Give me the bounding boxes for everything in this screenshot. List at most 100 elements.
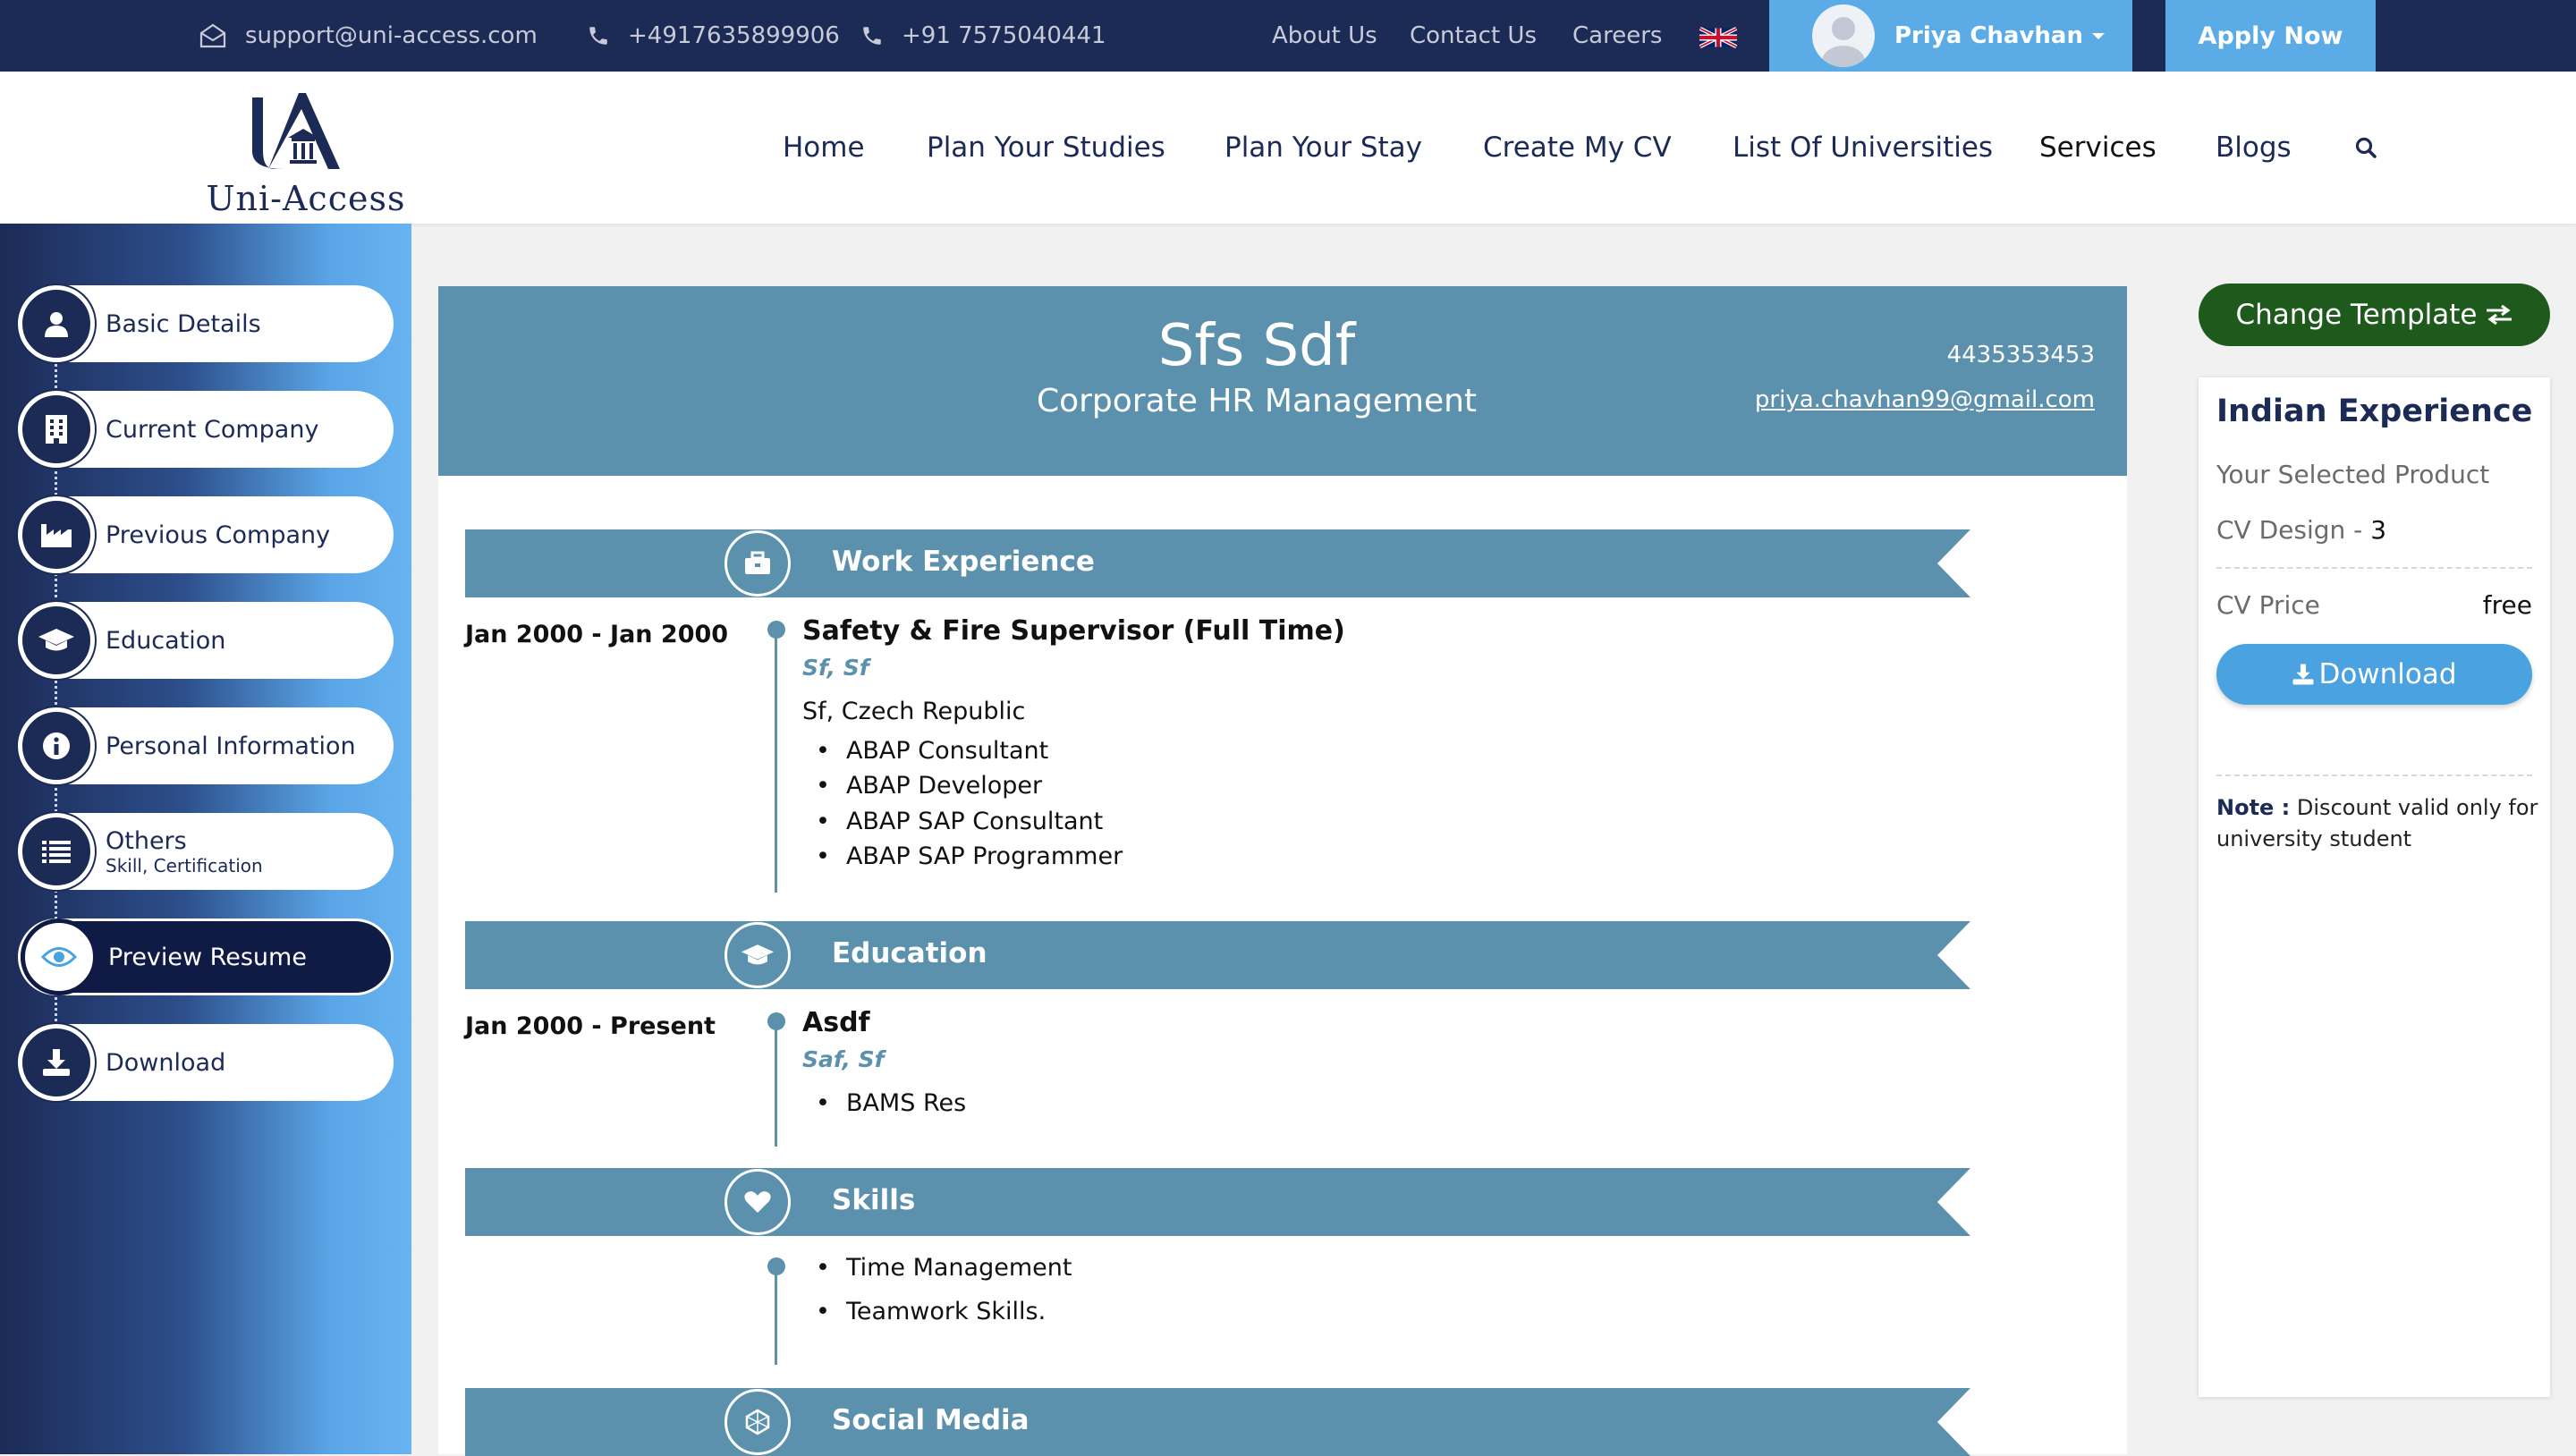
work-role: Safety & Fire Supervisor (Full Time) (802, 615, 1345, 647)
cv-design-value: 3 (2370, 515, 2387, 545)
list-item: ABAP Consultant (816, 737, 1048, 765)
user-icon (18, 285, 95, 362)
step-preview-resume[interactable]: Preview Resume (18, 918, 394, 995)
divider (2216, 775, 2532, 776)
section-title-social: Social Media (832, 1404, 1030, 1436)
timeline-line (775, 1261, 777, 1365)
download-button[interactable]: Download (2216, 644, 2532, 705)
list-item: ABAP Developer (816, 772, 1042, 800)
nav-list-of-universities[interactable]: List Of Universities (1733, 72, 1993, 224)
nav-create-my-cv[interactable]: Create My CV (1483, 72, 1672, 224)
phone-1[interactable]: +4917635899906 (587, 0, 840, 72)
section-band-social (465, 1388, 1970, 1456)
education-degree: Asdf (802, 1007, 870, 1038)
education-school: Saf, Sf (802, 1046, 885, 1072)
step-label: Basic Details (106, 309, 261, 338)
step-label: Previous Company (106, 521, 331, 549)
support-email[interactable]: support@uni-access.com (199, 0, 538, 72)
contact-us-link[interactable]: Contact Us (1410, 0, 1537, 72)
work-location: Sf, Czech Republic (802, 698, 1026, 725)
timeline-line (775, 1016, 777, 1147)
step-label: Others (106, 826, 187, 855)
list-icon (18, 813, 95, 890)
note-label: Note : (2216, 795, 2291, 820)
section-title-work: Work Experience (832, 546, 1095, 578)
search-icon (2355, 137, 2377, 158)
timeline-line (775, 624, 777, 893)
nav-services[interactable]: Services (2039, 72, 2157, 224)
info-icon (18, 707, 95, 784)
step-download[interactable]: Download (18, 1024, 394, 1101)
step-sublabel: Skill, Certification (106, 854, 263, 876)
section-band-skills (465, 1168, 1970, 1236)
avatar (1812, 4, 1875, 67)
work-date: Jan 2000 - Jan 2000 (465, 621, 729, 648)
list-item: BAMS Res (816, 1089, 966, 1117)
download-icon (2292, 664, 2314, 685)
factory-icon (18, 496, 95, 573)
cv-design-label: CV Design - (2216, 515, 2371, 545)
section-band-education (465, 921, 1970, 989)
nav-plan-your-stay[interactable]: Plan Your Stay (1224, 72, 1422, 224)
logo-mark-icon (252, 93, 340, 169)
envelope-open-icon (199, 23, 226, 48)
step-label: Education (106, 626, 226, 655)
step-current-company[interactable]: Current Company (18, 391, 394, 468)
step-label: Download (106, 1048, 226, 1077)
step-previous-company[interactable]: Previous Company (18, 496, 394, 573)
uni-access-logo[interactable]: Uni-Access (199, 84, 413, 218)
resume-email[interactable]: priya.chavhan99@gmail.com (1755, 386, 2095, 413)
education-date: Jan 2000 - Present (465, 1012, 716, 1040)
eye-icon (21, 918, 97, 995)
cv-price-label: CV Price (2216, 590, 2320, 620)
user-name: Priya Chavhan (1894, 22, 2083, 49)
nav-search[interactable] (2354, 72, 2377, 224)
discount-note: Note : Discount valid only for universit… (2216, 792, 2538, 855)
caret-down-icon (2091, 33, 2105, 39)
briefcase-icon (724, 530, 791, 597)
social-media-icon (724, 1389, 791, 1455)
resume-name: Sfs Sdf (1157, 313, 1356, 379)
step-others[interactable]: Others Skill, Certification (18, 813, 394, 890)
change-template-button[interactable]: Change Template (2199, 284, 2550, 346)
step-education[interactable]: Education (18, 602, 394, 679)
logo-text: Uni-Access (206, 179, 406, 218)
building-icon (18, 391, 95, 468)
list-item: Time Management (816, 1254, 1072, 1282)
graduation-cap-icon (724, 922, 791, 988)
exchange-icon (2486, 304, 2512, 326)
card-title: Indian Experience (2216, 394, 2533, 429)
phone-2[interactable]: +91 7575040441 (860, 0, 1106, 72)
uk-flag-icon[interactable] (1699, 27, 1737, 48)
apply-now-button[interactable]: Apply Now (2165, 0, 2376, 72)
main-navbar: Uni-Access Home Plan Your Studies Plan Y… (0, 72, 2576, 224)
step-label: Current Company (106, 415, 319, 444)
graduation-cap-icon (18, 602, 95, 679)
about-us-link[interactable]: About Us (1272, 0, 1377, 72)
download-icon (18, 1024, 95, 1101)
divider (2216, 567, 2532, 569)
phone-icon (863, 27, 881, 45)
timeline-dot (767, 621, 785, 639)
work-company: Sf, Sf (802, 655, 869, 681)
phone-icon (589, 27, 607, 45)
nav-home[interactable]: Home (783, 72, 865, 224)
resume-phone: 4435353453 (1946, 342, 2095, 368)
selected-product-label: Your Selected Product (2216, 460, 2490, 489)
careers-link[interactable]: Careers (1572, 0, 1662, 72)
nav-plan-your-studies[interactable]: Plan Your Studies (927, 72, 1165, 224)
heart-icon (724, 1169, 791, 1235)
resume-header: Sfs Sdf Corporate HR Management 44353534… (438, 286, 2127, 476)
nav-blogs[interactable]: Blogs (2216, 72, 2292, 224)
section-title-education: Education (832, 937, 987, 969)
cv-design-row: CV Design - 3 (2216, 515, 2386, 545)
list-item: Teamwork Skills. (816, 1298, 1046, 1325)
cv-price-value: free (2482, 590, 2532, 620)
step-basic-details[interactable]: Basic Details (18, 285, 394, 362)
step-label: Personal Information (106, 732, 356, 760)
resume-preview: Sfs Sdf Corporate HR Management 44353534… (438, 286, 2127, 1456)
step-personal-information[interactable]: Personal Information (18, 707, 394, 784)
timeline-dot (767, 1257, 785, 1275)
user-menu[interactable]: Priya Chavhan (1769, 0, 2132, 72)
section-title-skills: Skills (832, 1184, 916, 1216)
